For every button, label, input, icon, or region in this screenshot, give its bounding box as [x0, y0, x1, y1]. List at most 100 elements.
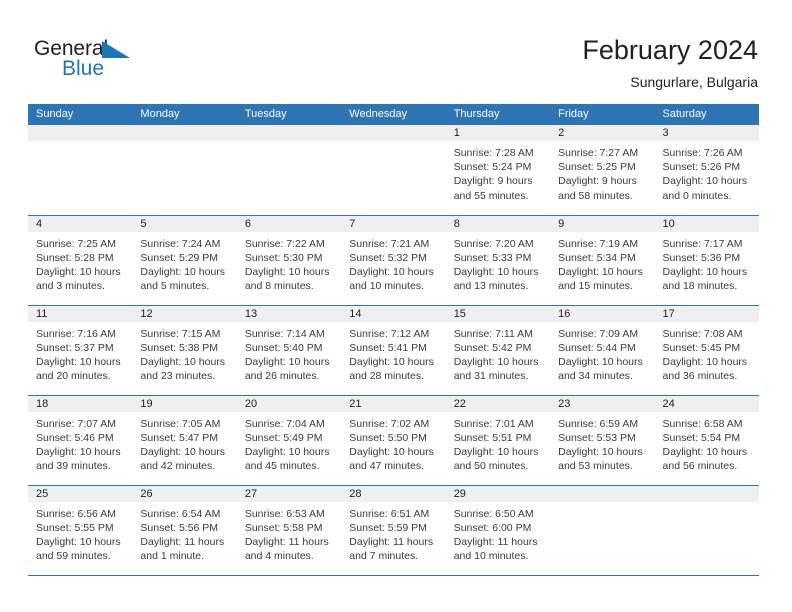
day-sunrise-text: Sunrise: 7:21 AM [349, 237, 430, 250]
calendar-day-cell[interactable]: 1 Sunrise: 7:28 AM Sunset: 5:24 PM Daylight… [445, 125, 551, 216]
calendar-day-cell[interactable]: 27 Sunrise: 6:53 AM Sunset: 5:58 PM Dayligh… [236, 485, 342, 576]
day-sunset-text: Sunset: 5:56 PM [140, 521, 219, 534]
day-daylight-text: and 58 minutes. [558, 189, 633, 202]
day-sunrise-text: Sunrise: 6:54 AM [140, 507, 221, 520]
calendar-day-cell[interactable]: 9 Sunrise: 7:19 AM Sunset: 5:34 PM Daylight… [550, 215, 655, 306]
day-daylight-text: and 55 minutes. [453, 189, 529, 202]
day-number: 17 [654, 305, 759, 322]
day-daylight-text: and 4 minutes. [244, 550, 314, 563]
day-sunset-text: Sunset: 5:40 PM [244, 341, 323, 354]
day-number: 21 [341, 395, 446, 412]
day-sunset-text: Sunset: 5:50 PM [349, 431, 427, 444]
day-sunset-text: Sunset: 5:29 PM [140, 251, 219, 264]
day-sunset-text: Sunset: 5:38 PM [140, 341, 219, 354]
day-sunset-text: Sunset: 5:28 PM [36, 251, 114, 264]
day-sunrise-text: Sunrise: 7:11 AM [453, 327, 533, 340]
day-number [654, 485, 759, 502]
calendar-day-cell[interactable]: 22 Sunrise: 7:01 AM Sunset: 5:51 PM Dayligh… [445, 395, 551, 486]
calendar-day-cell[interactable]: 26 Sunrise: 6:54 AM Sunset: 5:56 PM Dayligh… [132, 485, 237, 576]
day-daylight-text: Daylight: 10 hours [140, 445, 226, 458]
day-daylight-text: Daylight: 10 hours [140, 265, 226, 278]
day-number: 5 [132, 215, 237, 232]
day-number: 13 [236, 305, 342, 322]
day-sunset-text: Sunset: 5:37 PM [36, 341, 114, 354]
calendar-day-cell[interactable]: 5 Sunrise: 7:24 AM Sunset: 5:29 PM Daylight… [132, 215, 237, 306]
day-daylight-text: Daylight: 10 hours [349, 445, 434, 458]
day-details: Sunrise: 7:07 AM Sunset: 5:46 PM Daylight:… [28, 412, 132, 474]
column-header-thursday: Thursday [445, 104, 551, 125]
calendar-week-row: 18 Sunrise: 7:07 AM Sunset: 5:46 PM Dayligh… [28, 395, 759, 486]
day-sunrise-text: Sunrise: 7:07 AM [36, 417, 116, 430]
day-number: 7 [341, 215, 446, 232]
day-daylight-text: Daylight: 10 hours [36, 265, 121, 278]
day-sunset-text: Sunset: 5:45 PM [662, 341, 741, 354]
calendar-day-cell[interactable]: 18 Sunrise: 7:07 AM Sunset: 5:46 PM Dayligh… [28, 395, 133, 486]
day-details: Sunrise: 7:28 AM Sunset: 5:24 PM Daylight:… [446, 141, 550, 203]
calendar-day-cell[interactable]: 20 Sunrise: 7:04 AM Sunset: 5:49 PM Dayligh… [236, 395, 342, 486]
day-daylight-text: and 10 minutes. [349, 280, 424, 293]
day-daylight-text: Daylight: 11 hours [244, 535, 329, 548]
calendar-day-cell[interactable]: 13 Sunrise: 7:14 AM Sunset: 5:40 PM Dayligh… [236, 305, 342, 396]
calendar-day-cell[interactable]: 15 Sunrise: 7:11 AM Sunset: 5:42 PM Dayligh… [445, 305, 551, 396]
day-daylight-text: and 10 minutes. [453, 550, 529, 563]
calendar-week-row: 25 Sunrise: 6:56 AM Sunset: 5:55 PM Dayligh… [28, 485, 759, 576]
day-daylight-text: and 18 minutes. [662, 280, 738, 293]
calendar-cell-empty [341, 125, 446, 216]
calendar-body: 1 Sunrise: 7:28 AM Sunset: 5:24 PM Daylight… [28, 125, 759, 576]
calendar-day-cell[interactable]: 16 Sunrise: 7:09 AM Sunset: 5:44 PM Dayligh… [550, 305, 655, 396]
calendar-day-cell[interactable]: 2 Sunrise: 7:27 AM Sunset: 5:25 PM Daylight… [550, 125, 655, 216]
day-daylight-text: Daylight: 10 hours [662, 445, 748, 458]
calendar-day-cell[interactable]: 10 Sunrise: 7:17 AM Sunset: 5:36 PM Dayligh… [654, 215, 759, 306]
day-number [236, 125, 342, 141]
calendar-day-cell[interactable]: 12 Sunrise: 7:15 AM Sunset: 5:38 PM Dayligh… [132, 305, 237, 396]
day-number: 9 [550, 215, 655, 232]
column-header-monday: Monday [132, 104, 237, 125]
general-blue-logo[interactable]: General Blue [34, 38, 164, 84]
calendar-day-cell[interactable]: 17 Sunrise: 7:08 AM Sunset: 5:45 PM Dayligh… [654, 305, 759, 396]
calendar-day-cell[interactable]: 4 Sunrise: 7:25 AM Sunset: 5:28 PM Daylight… [28, 215, 133, 306]
day-daylight-text: Daylight: 10 hours [244, 355, 330, 368]
day-details: Sunrise: 7:20 AM Sunset: 5:33 PM Daylight:… [446, 232, 550, 294]
day-sunset-text: Sunset: 5:42 PM [453, 341, 532, 354]
calendar-day-cell[interactable]: 3 Sunrise: 7:26 AM Sunset: 5:26 PM Daylight… [654, 125, 759, 216]
day-daylight-text: and 50 minutes. [453, 460, 529, 473]
calendar-day-cell[interactable]: 21 Sunrise: 7:02 AM Sunset: 5:50 PM Dayligh… [341, 395, 446, 486]
day-daylight-text: and 3 minutes. [36, 280, 105, 293]
day-details: Sunrise: 7:01 AM Sunset: 5:51 PM Daylight:… [446, 412, 550, 474]
calendar-day-cell[interactable]: 8 Sunrise: 7:20 AM Sunset: 5:33 PM Daylight… [445, 215, 551, 306]
calendar-week-row: 4 Sunrise: 7:25 AM Sunset: 5:28 PM Daylight… [28, 215, 759, 306]
day-daylight-text: Daylight: 10 hours [349, 265, 434, 278]
day-daylight-text: Daylight: 11 hours [140, 535, 225, 548]
day-number: 24 [654, 395, 759, 412]
calendar-day-cell[interactable]: 28 Sunrise: 6:51 AM Sunset: 5:59 PM Dayligh… [341, 485, 446, 576]
day-sunrise-text: Sunrise: 7:25 AM [36, 237, 116, 250]
calendar-day-cell[interactable]: 7 Sunrise: 7:21 AM Sunset: 5:32 PM Daylight… [341, 215, 446, 306]
day-daylight-text: Daylight: 10 hours [349, 355, 434, 368]
page-header: General Blue February 2024 Sungurlare, B… [0, 0, 792, 100]
day-daylight-text: and 0 minutes. [662, 189, 732, 202]
calendar-day-cell[interactable]: 29 Sunrise: 6:50 AM Sunset: 6:00 PM Dayligh… [445, 485, 551, 576]
calendar-day-cell[interactable]: 6 Sunrise: 7:22 AM Sunset: 5:30 PM Daylight… [236, 215, 342, 306]
day-details: Sunrise: 6:54 AM Sunset: 5:56 PM Daylight:… [132, 502, 236, 564]
day-details: Sunrise: 7:14 AM Sunset: 5:40 PM Daylight:… [237, 322, 341, 384]
day-daylight-text: Daylight: 10 hours [453, 445, 539, 458]
calendar-day-cell[interactable]: 24 Sunrise: 6:58 AM Sunset: 5:54 PM Dayligh… [654, 395, 759, 486]
calendar-day-cell[interactable]: 25 Sunrise: 6:56 AM Sunset: 5:55 PM Dayligh… [28, 485, 133, 576]
day-details: Sunrise: 7:05 AM Sunset: 5:47 PM Daylight:… [132, 412, 236, 474]
day-details: Sunrise: 6:53 AM Sunset: 5:58 PM Daylight:… [237, 502, 341, 564]
column-header-saturday: Saturday [654, 104, 759, 125]
calendar-day-cell[interactable]: 14 Sunrise: 7:12 AM Sunset: 5:41 PM Dayligh… [341, 305, 446, 396]
calendar-cell-empty [550, 485, 655, 576]
day-daylight-text: Daylight: 11 hours [349, 535, 434, 548]
day-sunrise-text: Sunrise: 7:22 AM [244, 237, 325, 250]
day-number: 4 [28, 215, 133, 232]
day-daylight-text: Daylight: 10 hours [558, 265, 643, 278]
day-sunrise-text: Sunrise: 7:15 AM [140, 327, 221, 340]
day-sunrise-text: Sunrise: 7:20 AM [453, 237, 534, 250]
day-daylight-text: Daylight: 10 hours [558, 355, 643, 368]
calendar-day-cell[interactable]: 11 Sunrise: 7:16 AM Sunset: 5:37 PM Dayligh… [28, 305, 133, 396]
calendar-day-cell[interactable]: 23 Sunrise: 6:59 AM Sunset: 5:53 PM Dayligh… [550, 395, 655, 486]
day-sunset-text: Sunset: 5:55 PM [36, 521, 114, 534]
calendar-day-cell[interactable]: 19 Sunrise: 7:05 AM Sunset: 5:47 PM Dayligh… [132, 395, 237, 486]
day-sunrise-text: Sunrise: 7:19 AM [558, 237, 639, 250]
